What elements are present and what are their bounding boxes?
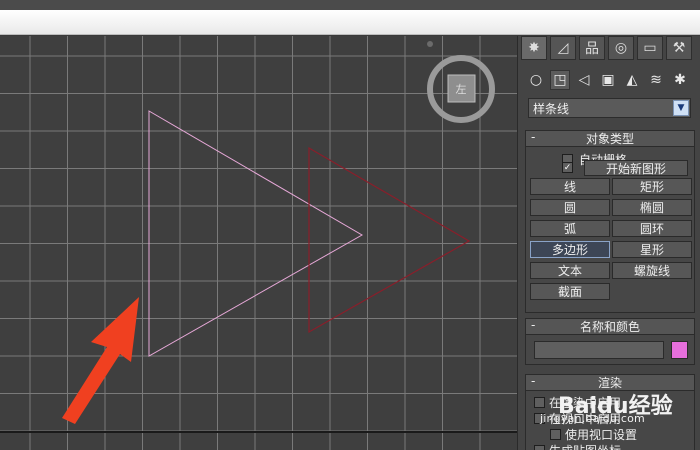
name-color-rollout: - 名称和颜色	[525, 318, 695, 365]
collapse-icon[interactable]: -	[531, 374, 535, 388]
object-type-rollout: - 对象类型 自动栅格 ✓ 开始新图形 线 矩形 圆 椭圆 弧 圆环 多边形 星…	[525, 130, 695, 313]
ellipse-button[interactable]: 椭圆	[612, 199, 692, 216]
donut-button[interactable]: 圆环	[612, 220, 692, 237]
create-category-icons: ○ ◳ ◁ ▣ ◭ ≋ ✱	[526, 70, 690, 90]
start-new-shape-row[interactable]: ✓	[562, 162, 573, 173]
viewcube-home-icon	[427, 41, 433, 47]
display-tab[interactable]: ▭	[637, 36, 663, 60]
modify-tab[interactable]: ◿	[550, 36, 576, 60]
arc-button[interactable]: 弧	[530, 220, 610, 237]
watermark-url: jingyan.baidu.com	[540, 412, 645, 425]
create-tab[interactable]: ✸	[521, 36, 547, 60]
helpers-icon[interactable]: ◭	[622, 70, 642, 90]
spacewarps-icon[interactable]: ≋	[646, 70, 666, 90]
use-viewport-settings-checkbox[interactable]	[550, 429, 561, 440]
line-button[interactable]: 线	[530, 178, 610, 195]
start-new-shape-button[interactable]: 开始新图形	[584, 160, 688, 176]
lights-icon[interactable]: ◁	[574, 70, 594, 90]
object-type-header[interactable]: - 对象类型	[526, 130, 694, 147]
object-type-title: 对象类型	[585, 132, 634, 146]
viewcube-label: 左	[456, 83, 467, 96]
systems-icon[interactable]: ✱	[670, 70, 690, 90]
motion-tab[interactable]: ◎	[608, 36, 634, 60]
star-button[interactable]: 星形	[612, 241, 692, 258]
collapse-icon[interactable]: -	[531, 318, 535, 332]
viewport-canvas[interactable]: 左	[0, 36, 517, 450]
use-viewport-settings-label: 使用视口设置	[565, 428, 638, 442]
circle-button[interactable]: 圆	[530, 199, 610, 216]
hierarchy-tab[interactable]: 品	[579, 36, 605, 60]
generate-mapping-label: 生成贴图坐标	[549, 442, 621, 450]
ngon-shape-red	[308, 146, 471, 334]
pointer-arrow	[62, 297, 139, 424]
shapes-icon[interactable]: ◳	[550, 70, 570, 90]
category-dropdown[interactable]: 样条线 ▼	[528, 98, 691, 118]
enable-in-renderer-checkbox[interactable]	[534, 397, 545, 408]
generate-mapping-checkbox[interactable]	[534, 445, 545, 450]
ngon-button[interactable]: 多边形	[530, 241, 610, 258]
top-toolbar	[0, 0, 700, 10]
start-new-shape-checkbox[interactable]: ✓	[562, 162, 573, 173]
rectangle-button[interactable]: 矩形	[612, 178, 692, 195]
name-color-header[interactable]: - 名称和颜色	[526, 318, 694, 335]
viewport-left[interactable]: 左	[0, 36, 517, 450]
chevron-down-icon[interactable]: ▼	[673, 100, 689, 116]
name-color-title: 名称和颜色	[579, 320, 640, 334]
geometry-icon[interactable]: ○	[526, 70, 546, 90]
text-button[interactable]: 文本	[530, 262, 610, 279]
start-new-shape-label: 开始新图形	[605, 161, 666, 176]
section-button[interactable]: 截面	[530, 283, 610, 300]
object-name-field[interactable]	[534, 341, 664, 359]
cameras-icon[interactable]: ▣	[598, 70, 618, 90]
category-dropdown-value: 样条线	[533, 101, 570, 116]
ribbon-bar	[0, 10, 700, 35]
command-panel-tabs: ✸ ◿ 品 ◎ ▭ ⚒	[521, 36, 692, 62]
utilities-tab[interactable]: ⚒	[666, 36, 692, 60]
helix-button[interactable]: 螺旋线	[612, 262, 692, 279]
collapse-icon[interactable]: -	[531, 130, 535, 144]
use-viewport-settings-row[interactable]: 使用视口设置	[550, 426, 637, 443]
generate-mapping-row[interactable]: 生成贴图坐标	[534, 442, 621, 450]
object-color-swatch[interactable]	[671, 341, 688, 359]
shape-buttons: 线 矩形 圆 椭圆 弧 圆环 多边形 星形 文本 螺旋线 截面	[530, 178, 692, 300]
